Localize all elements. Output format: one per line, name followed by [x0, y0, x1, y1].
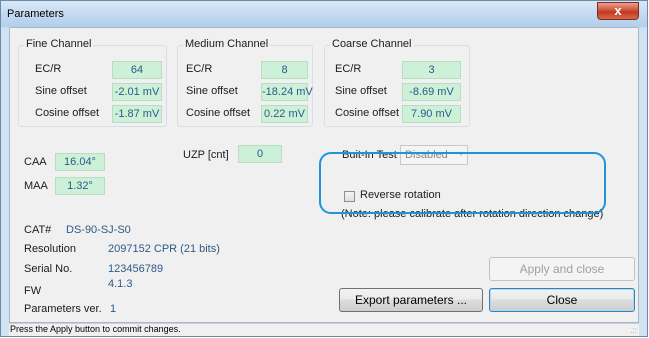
parameters-version-label: Parameters ver. [24, 303, 102, 315]
cat-value: DS-90-SJ-S0 [66, 224, 131, 236]
fine-channel-group: Fine Channel EC/R 64 Sine offset -2.01 m… [18, 38, 167, 127]
medium-cosine-offset-value: 0.22 mV [261, 105, 308, 123]
coarse-channel-title: Coarse Channel [330, 38, 414, 50]
medium-ecr-value: 8 [261, 61, 308, 79]
cat-label: CAT# [24, 224, 52, 236]
coarse-cosine-offset-label: Cosine offset [335, 107, 400, 119]
medium-sine-offset-value: -18.24 mV [261, 83, 313, 101]
title-bar[interactable]: Parameters x [1, 1, 647, 27]
medium-ecr-label: EC/R [186, 63, 213, 75]
window-close-button[interactable]: x [597, 2, 639, 20]
medium-sine-offset-label: Sine offset [186, 85, 238, 97]
fine-cosine-offset-value: -1.87 mV [112, 105, 162, 123]
caa-label: CAA [24, 156, 47, 168]
medium-channel-title: Medium Channel [183, 38, 271, 50]
coarse-ecr-value: 3 [402, 61, 461, 79]
parameters-window: Parameters x Fine Channel EC/R 64 Sine o… [0, 0, 648, 337]
window-title: Parameters [7, 8, 64, 20]
resize-grip-icon[interactable]: .:: [630, 326, 637, 335]
resolution-value: 2097152 CPR (21 bits) [108, 243, 220, 255]
maa-value: 1.32° [55, 177, 105, 195]
coarse-sine-offset-value: -8.69 mV [402, 83, 461, 101]
medium-channel-group: Medium Channel EC/R 8 Sine offset -18.24… [177, 38, 313, 127]
parameters-version-value: 1 [110, 303, 117, 315]
medium-cosine-offset-label: Cosine offset [186, 107, 251, 119]
apply-and-close-button[interactable]: Apply and close [489, 257, 635, 281]
reverse-rotation-highlight [319, 152, 606, 214]
uzp-label: UZP [cnt] [183, 149, 229, 161]
caa-value: 16.04° [55, 153, 105, 171]
status-text: Press the Apply button to commit changes… [10, 324, 181, 334]
status-bar: Press the Apply button to commit changes… [9, 323, 639, 336]
close-icon: x [614, 3, 622, 18]
coarse-ecr-label: EC/R [335, 63, 362, 75]
coarse-cosine-offset-value: 7.90 mV [402, 105, 461, 123]
fine-sine-offset-value: -2.01 mV [112, 83, 162, 101]
coarse-channel-group: Coarse Channel EC/R 3 Sine offset -8.69 … [324, 38, 470, 127]
serial-value: 123456789 [108, 263, 164, 275]
fine-sine-offset-label: Sine offset [35, 85, 87, 97]
fine-channel-title: Fine Channel [24, 38, 94, 50]
resolution-label: Resolution [24, 243, 76, 255]
fine-ecr-value: 64 [112, 61, 162, 79]
uzp-value: 0 [238, 145, 282, 163]
fine-cosine-offset-label: Cosine offset [35, 107, 100, 119]
export-parameters-button[interactable]: Export parameters ... [339, 288, 483, 312]
fine-ecr-label: EC/R [35, 63, 62, 75]
serial-label: Serial No. [24, 263, 73, 275]
coarse-sine-offset-label: Sine offset [335, 85, 387, 97]
close-button[interactable]: Close [489, 288, 635, 312]
fw-value: 4.1.3 [108, 278, 133, 290]
maa-label: MAA [24, 180, 48, 192]
fw-label: FW [24, 285, 42, 297]
